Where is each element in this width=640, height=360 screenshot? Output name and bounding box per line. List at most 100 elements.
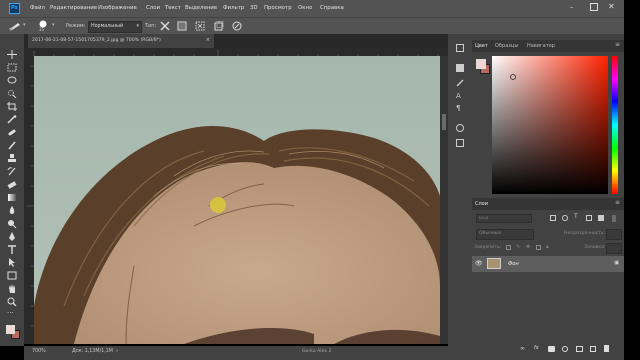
zoom-level[interactable]: 700% (32, 349, 46, 354)
menu-view[interactable]: Просмотр (264, 5, 292, 11)
brush-panel-icon[interactable] (456, 79, 464, 87)
lock-image-icon[interactable]: ✎ (516, 244, 520, 250)
lock-all-icon[interactable]: 🔒︎ (546, 244, 549, 250)
color-panel-foreground-swatch[interactable] (476, 59, 486, 69)
layer-filter-row: T (472, 212, 624, 226)
lock-artboard-icon[interactable] (536, 245, 541, 250)
spot-healing-tool-icon[interactable] (8, 21, 22, 31)
menu-help[interactable]: Справка (320, 5, 344, 11)
scroll-thumb[interactable] (442, 114, 446, 130)
layer-lock-icon: ▣ (614, 260, 619, 266)
properties-panel-icon[interactable] (456, 64, 464, 72)
filter-shape-icon[interactable] (586, 215, 592, 221)
filter-type-icon[interactable]: T (574, 213, 578, 220)
menu-3d[interactable]: 3D (250, 5, 258, 11)
adjustments-panel-icon[interactable] (456, 124, 464, 132)
quick-mask-icon[interactable] (7, 342, 16, 345)
layers-panel-menu-icon[interactable]: ≡ (615, 199, 620, 206)
new-layer-icon[interactable] (590, 346, 596, 352)
move-tool-icon[interactable] (7, 50, 17, 59)
tab-color[interactable]: Цвет (475, 43, 488, 49)
foreground-color-swatch[interactable] (6, 325, 15, 334)
fill-field[interactable] (606, 243, 622, 254)
character-panel-icon[interactable]: A (456, 92, 461, 100)
clone-stamp-tool-icon[interactable] (7, 154, 17, 163)
lock-position-icon[interactable]: ✥ (526, 244, 530, 250)
menu-file[interactable]: Файл (30, 5, 45, 11)
close-tab-icon[interactable]: × (206, 37, 210, 43)
filter-adjustment-icon[interactable] (562, 215, 568, 221)
tool-preset-arrow-icon[interactable]: ▾ (23, 22, 26, 28)
filter-pixel-icon[interactable] (550, 215, 556, 221)
tab-navigator[interactable]: Навигатор (527, 43, 555, 49)
minimize-icon[interactable]: – (570, 3, 574, 11)
blur-tool-icon[interactable] (7, 206, 17, 215)
crop-tool-icon[interactable] (7, 102, 17, 111)
lasso-tool-icon[interactable] (7, 76, 17, 85)
proximity-match-icon[interactable] (160, 21, 170, 31)
history-panel-icon[interactable] (456, 44, 464, 52)
blend-row: Обычные Непрозрачность: (472, 228, 624, 240)
hue-slider[interactable] (612, 56, 618, 194)
eraser-tool-icon[interactable] (7, 180, 17, 189)
brush-preview[interactable]: 35 (36, 20, 50, 32)
marquee-tool-icon[interactable] (7, 63, 17, 72)
add-mask-icon[interactable] (548, 346, 555, 352)
eyedropper-tool-icon[interactable] (7, 115, 17, 124)
menu-layers[interactable]: Слои (146, 5, 160, 11)
color-picker-field[interactable] (492, 56, 608, 194)
mode-select[interactable]: Нормальный ▾ (88, 21, 142, 33)
filter-toggle-icon[interactable] (612, 215, 616, 222)
canvas-vertical-scrollbar[interactable] (440, 56, 448, 344)
brush-picker-arrow-icon[interactable]: ▾ (52, 22, 55, 28)
options-bar: ▾ 35 ▾ Режим: Нормальный ▾ Тип: (0, 17, 640, 35)
hand-tool-icon[interactable] (7, 284, 17, 293)
layers-panel-title[interactable]: Слои (475, 201, 488, 207)
filter-smart-object-icon[interactable] (598, 215, 604, 221)
document-canvas[interactable] (34, 56, 440, 344)
sample-all-layers-icon[interactable] (214, 21, 224, 31)
healing-brush-tool-icon[interactable] (7, 128, 17, 137)
history-brush-tool-icon[interactable] (7, 167, 17, 176)
paragraph-panel-icon[interactable]: ¶ (456, 104, 460, 112)
styles-panel-icon[interactable] (456, 139, 464, 147)
create-texture-icon[interactable] (177, 21, 187, 31)
menu-filter[interactable]: Фильтр (223, 5, 244, 11)
blend-mode-select[interactable]: Обычные (476, 229, 534, 240)
document-tab[interactable]: 2017-06-21-08-57-1501705379_2.jpg @ 700%… (28, 34, 214, 48)
new-group-icon[interactable] (576, 346, 583, 352)
status-arrow-icon[interactable]: › (116, 348, 118, 354)
tab-swatches[interactable]: Образцы (495, 43, 518, 49)
menu-image[interactable]: Изображение (98, 5, 137, 11)
dodge-tool-icon[interactable] (7, 219, 17, 228)
type-tool-icon[interactable] (7, 245, 17, 254)
lock-transparent-icon[interactable] (506, 245, 511, 250)
pen-tool-icon[interactable] (7, 232, 17, 241)
layer-row[interactable]: 👁︎ Фон ▣ (472, 256, 624, 272)
panel-menu-icon[interactable]: ≡ (615, 41, 620, 48)
menu-edit[interactable]: Редактирование (50, 5, 97, 11)
adjustment-layer-icon[interactable] (562, 346, 568, 352)
more-tools-icon[interactable]: ··· (7, 310, 17, 319)
close-icon[interactable]: ✕ (608, 2, 615, 11)
rectangle-tool-icon[interactable] (7, 271, 17, 280)
delete-layer-icon[interactable] (604, 345, 609, 352)
fx-icon[interactable]: fx (534, 345, 539, 351)
content-aware-icon[interactable] (195, 21, 205, 31)
maximize-icon[interactable] (590, 3, 598, 11)
gradient-tool-icon[interactable] (7, 193, 17, 202)
layers-panel-header: Слои ≡ (472, 198, 624, 210)
layer-filter-select[interactable] (476, 214, 532, 223)
link-layers-icon[interactable]: ∞ (520, 345, 525, 352)
menu-select[interactable]: Выделение (185, 5, 217, 11)
menu-window[interactable]: Окно (298, 5, 312, 11)
chevron-down-icon: ▾ (136, 23, 139, 29)
eye-icon[interactable]: 👁︎ (475, 260, 483, 267)
menu-type[interactable]: Текст (165, 5, 181, 11)
opacity-field[interactable] (606, 229, 622, 240)
path-selection-tool-icon[interactable] (7, 258, 17, 267)
brush-tool-icon[interactable] (7, 141, 17, 150)
quick-selection-tool-icon[interactable] (7, 89, 17, 98)
pressure-size-icon[interactable] (232, 21, 242, 31)
zoom-tool-icon[interactable] (7, 297, 17, 306)
